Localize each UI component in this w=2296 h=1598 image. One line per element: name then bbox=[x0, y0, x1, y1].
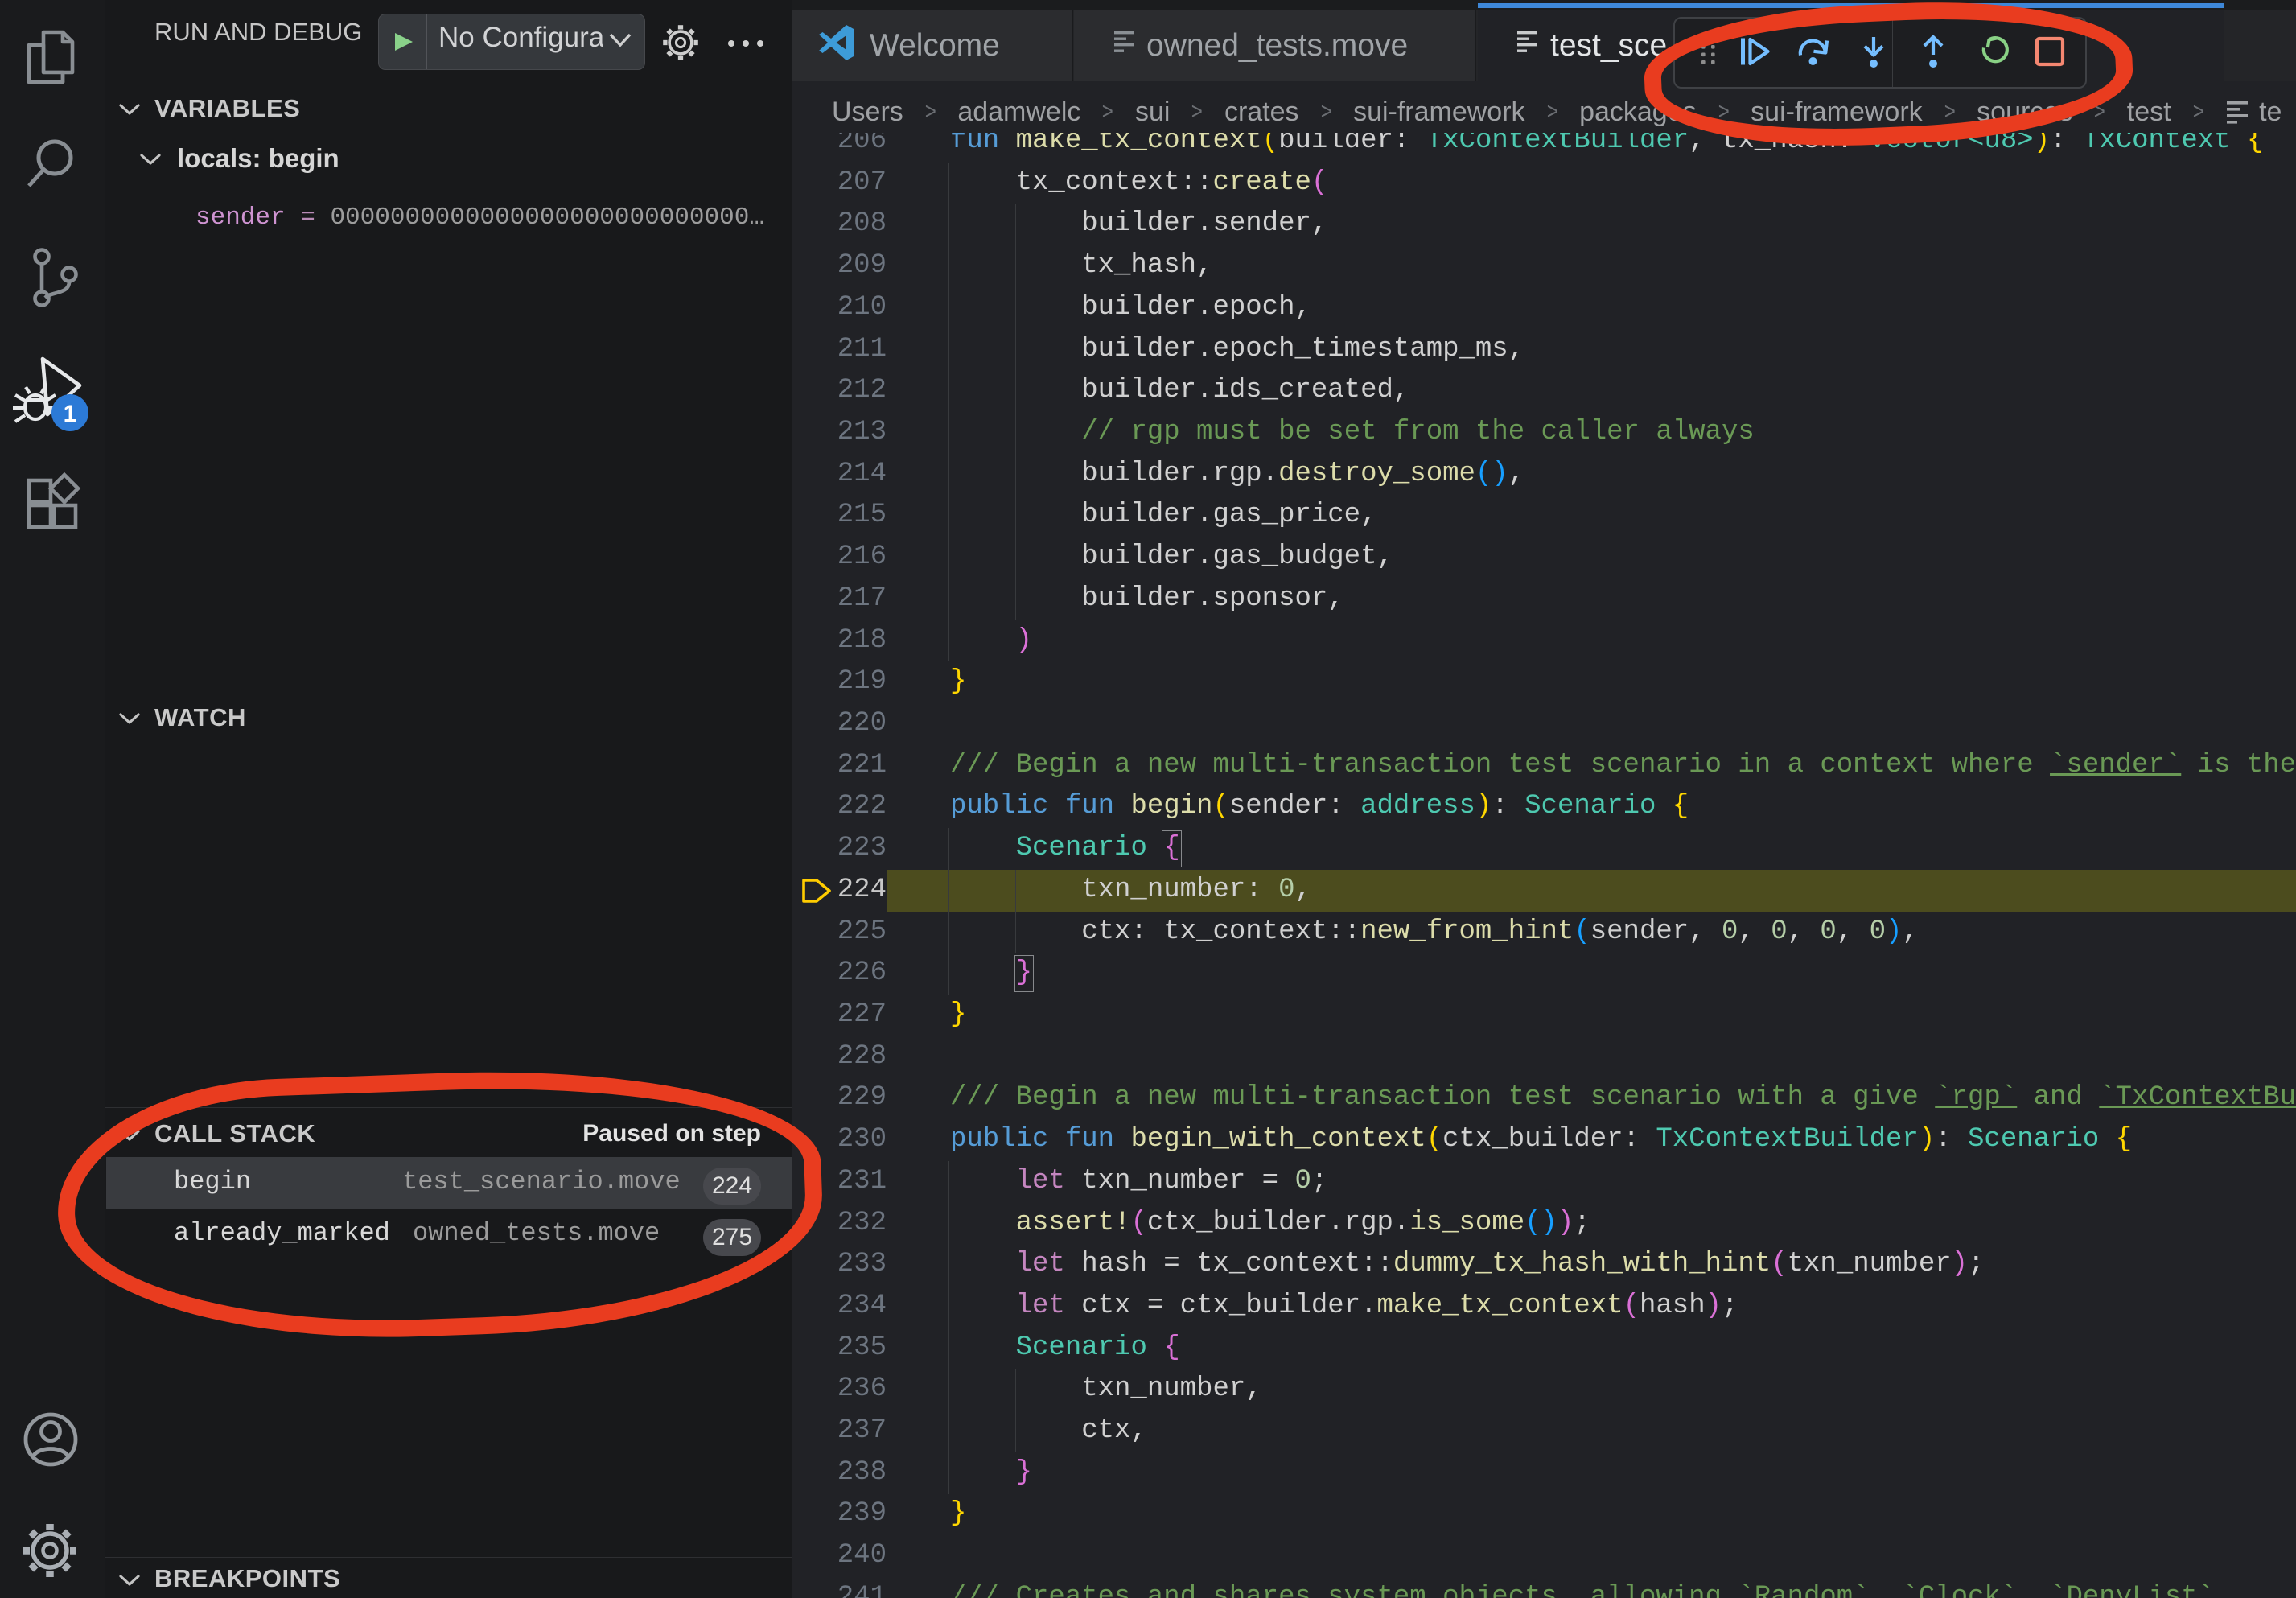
svg-text:1: 1 bbox=[64, 401, 77, 427]
